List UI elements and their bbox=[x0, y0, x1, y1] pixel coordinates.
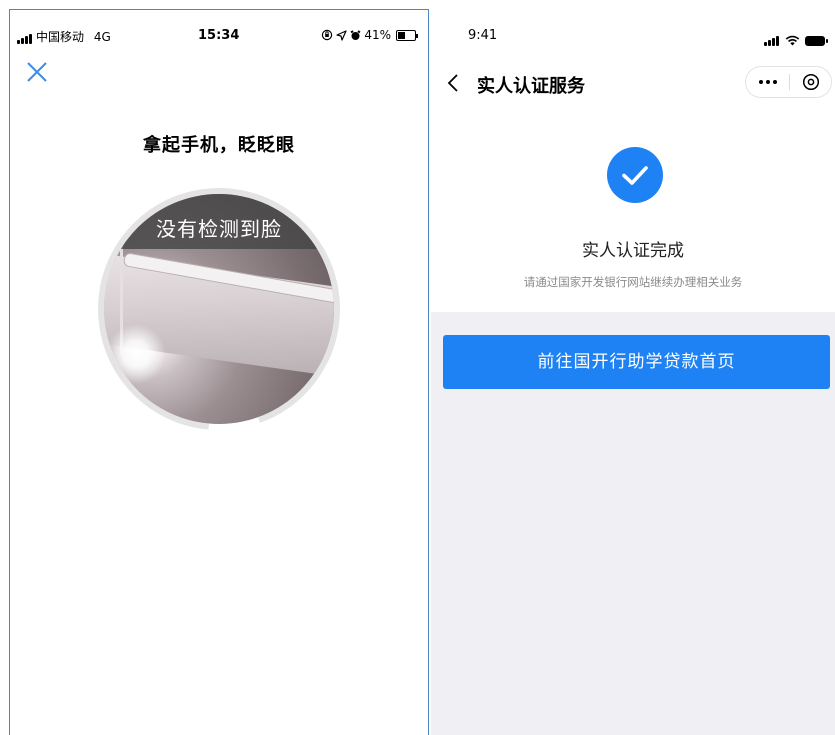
face-scan-screen: 中国移动 4G 15:34 41% 拿起手机，眨眨眼 没有检测到脸 bbox=[9, 9, 429, 735]
circle-close-icon bbox=[802, 73, 819, 91]
success-check-icon bbox=[607, 147, 663, 203]
network-type: 4G bbox=[93, 30, 111, 44]
result-subtitle: 请通过国家开发银行网站继续办理相关业务 bbox=[523, 275, 743, 289]
nav-bar: 实人认证服务 bbox=[431, 60, 835, 106]
wifi-icon bbox=[785, 35, 800, 46]
close-icon[interactable] bbox=[24, 59, 50, 85]
back-chevron-icon[interactable] bbox=[445, 72, 463, 94]
verification-result-screen: 9:41 实人认证服务 实人认证完成 请通过国家开发银行网站继续办理相关业务 前… bbox=[431, 0, 835, 735]
signal-icon bbox=[17, 30, 33, 44]
camera-preview: 没有检测到脸 bbox=[104, 194, 334, 424]
no-face-banner: 没有检测到脸 bbox=[104, 194, 334, 249]
battery-percent: 41% bbox=[364, 28, 391, 42]
more-icon bbox=[758, 80, 763, 84]
battery-icon bbox=[805, 36, 828, 46]
mini-program-capsule bbox=[745, 66, 832, 98]
camera-viewport: 没有检测到脸 bbox=[96, 186, 342, 432]
page-title: 实人认证服务 bbox=[477, 76, 585, 97]
location-icon bbox=[336, 29, 347, 41]
more-button[interactable] bbox=[746, 67, 789, 97]
status-bar: 中国移动 4G 15:34 41% bbox=[10, 10, 428, 48]
status-time: 9:41 bbox=[468, 28, 498, 43]
close-button[interactable] bbox=[790, 67, 831, 97]
alarm-icon bbox=[350, 29, 361, 40]
orientation-lock-icon bbox=[322, 29, 333, 41]
signal-icon bbox=[764, 27, 780, 46]
status-time: 15:34 bbox=[198, 28, 240, 43]
result-title: 实人认证完成 bbox=[582, 241, 684, 261]
face-scan-prompt: 拿起手机，眨眨眼 bbox=[143, 135, 295, 156]
goto-loan-homepage-button[interactable]: 前往国开行助学贷款首页 bbox=[443, 335, 830, 389]
carrier-name: 中国移动 bbox=[36, 30, 85, 44]
battery-icon bbox=[396, 29, 418, 41]
status-bar: 9:41 bbox=[431, 0, 835, 46]
